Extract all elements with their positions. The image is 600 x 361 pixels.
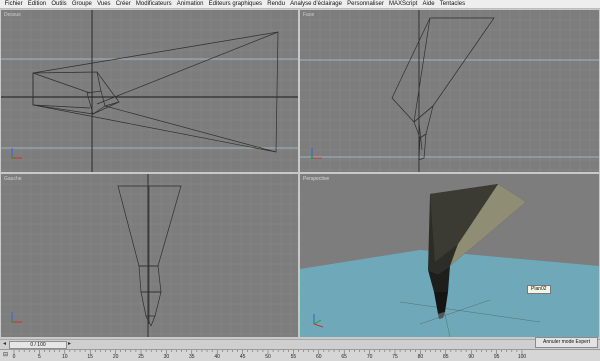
viewport-top[interactable]: Dessus	[1, 10, 298, 172]
ruler-label: 20	[112, 354, 119, 360]
viewport-perspective-canvas	[300, 174, 599, 337]
menu-item-5[interactable]: Créer	[113, 0, 133, 9]
ruler-label: 70	[366, 354, 373, 360]
menu-item-2[interactable]: Outils	[49, 0, 70, 9]
ruler-label: 90	[468, 354, 474, 360]
object-name-tag: Plan02	[527, 285, 551, 294]
menu-item-13[interactable]: Aide	[420, 0, 437, 9]
viewport-left[interactable]: Gauche	[1, 174, 298, 337]
menu-item-10[interactable]: Analyse d'éclairage	[288, 0, 345, 9]
ruler-label: 25	[138, 354, 144, 360]
ruler-label: 15	[87, 354, 93, 360]
frame-display: 0 / 100	[30, 342, 46, 348]
ruler-label: 35	[189, 354, 195, 360]
time-slider[interactable]: 0 / 100	[9, 341, 67, 349]
viewport-front-label[interactable]: Face	[303, 12, 314, 18]
ruler-label: 45	[239, 354, 246, 360]
track-bar[interactable]: ⊟ 0 5 10 15 20 25 30 35 40 45 50 55 60 65 70 75 80 85 90 95…	[0, 349, 600, 361]
viewport-left-label[interactable]: Gauche	[4, 176, 22, 182]
ruler-label: 10	[62, 354, 68, 360]
chevron-left-icon[interactable]: ◂	[3, 341, 6, 348]
viewport-left-canvas	[1, 174, 298, 337]
menu-item-7[interactable]: Animation	[174, 0, 206, 9]
ruler-label: 0	[12, 354, 16, 360]
menu-item-11[interactable]: Personnaliser	[345, 0, 387, 9]
menu-item-3[interactable]: Groupe	[69, 0, 94, 9]
axis-gizmo-icon	[10, 312, 22, 324]
ruler-label: 80	[417, 354, 424, 360]
axis-gizmo-icon	[10, 148, 22, 160]
ruler-label: 100	[517, 354, 527, 360]
menu-bar: Fichier Edition Outils Groupe Vues Créer Modif…	[0, 0, 600, 9]
ruler-label: 50	[265, 354, 271, 360]
menu-item-4[interactable]: Vues	[94, 0, 113, 9]
ruler-label: 55	[290, 354, 297, 360]
ruler-label: 30	[163, 354, 170, 360]
ruler-label: 40	[214, 354, 220, 360]
viewport-perspective[interactable]: Perspective Plan02	[300, 174, 599, 337]
undo-expert-mode-button[interactable]: Annuler mode Expert	[535, 337, 598, 348]
menu-item-8[interactable]: Editeurs graphiques	[206, 0, 265, 9]
ruler-label: 65	[341, 354, 347, 360]
ruler-label: 5	[38, 354, 41, 360]
time-slider-bar: ◂ 0 / 100 ▸	[0, 339, 600, 349]
viewport-front-canvas	[300, 10, 599, 172]
axis-gizmo-icon	[310, 148, 322, 160]
menu-item-12[interactable]: MAXScript	[386, 0, 420, 9]
menu-item-1[interactable]: Edition	[25, 0, 49, 9]
viewport-top-canvas	[1, 10, 298, 172]
ruler-label: 95	[493, 354, 500, 360]
viewport-front[interactable]: Face	[300, 10, 599, 172]
ruler-label: 75	[392, 354, 398, 360]
ruler-label: 85	[443, 354, 449, 360]
menu-item-9[interactable]: Rendu	[265, 0, 288, 9]
viewport-top-label[interactable]: Dessus	[4, 12, 21, 18]
menu-item-14[interactable]: Tentacles	[437, 0, 468, 9]
chevron-right-icon[interactable]: ▸	[68, 341, 71, 348]
ruler-label: 60	[316, 354, 322, 360]
viewport-perspective-label[interactable]: Perspective	[303, 176, 329, 182]
menu-item-0[interactable]: Fichier	[2, 0, 25, 9]
menu-item-6[interactable]: Modificateurs	[133, 0, 174, 9]
